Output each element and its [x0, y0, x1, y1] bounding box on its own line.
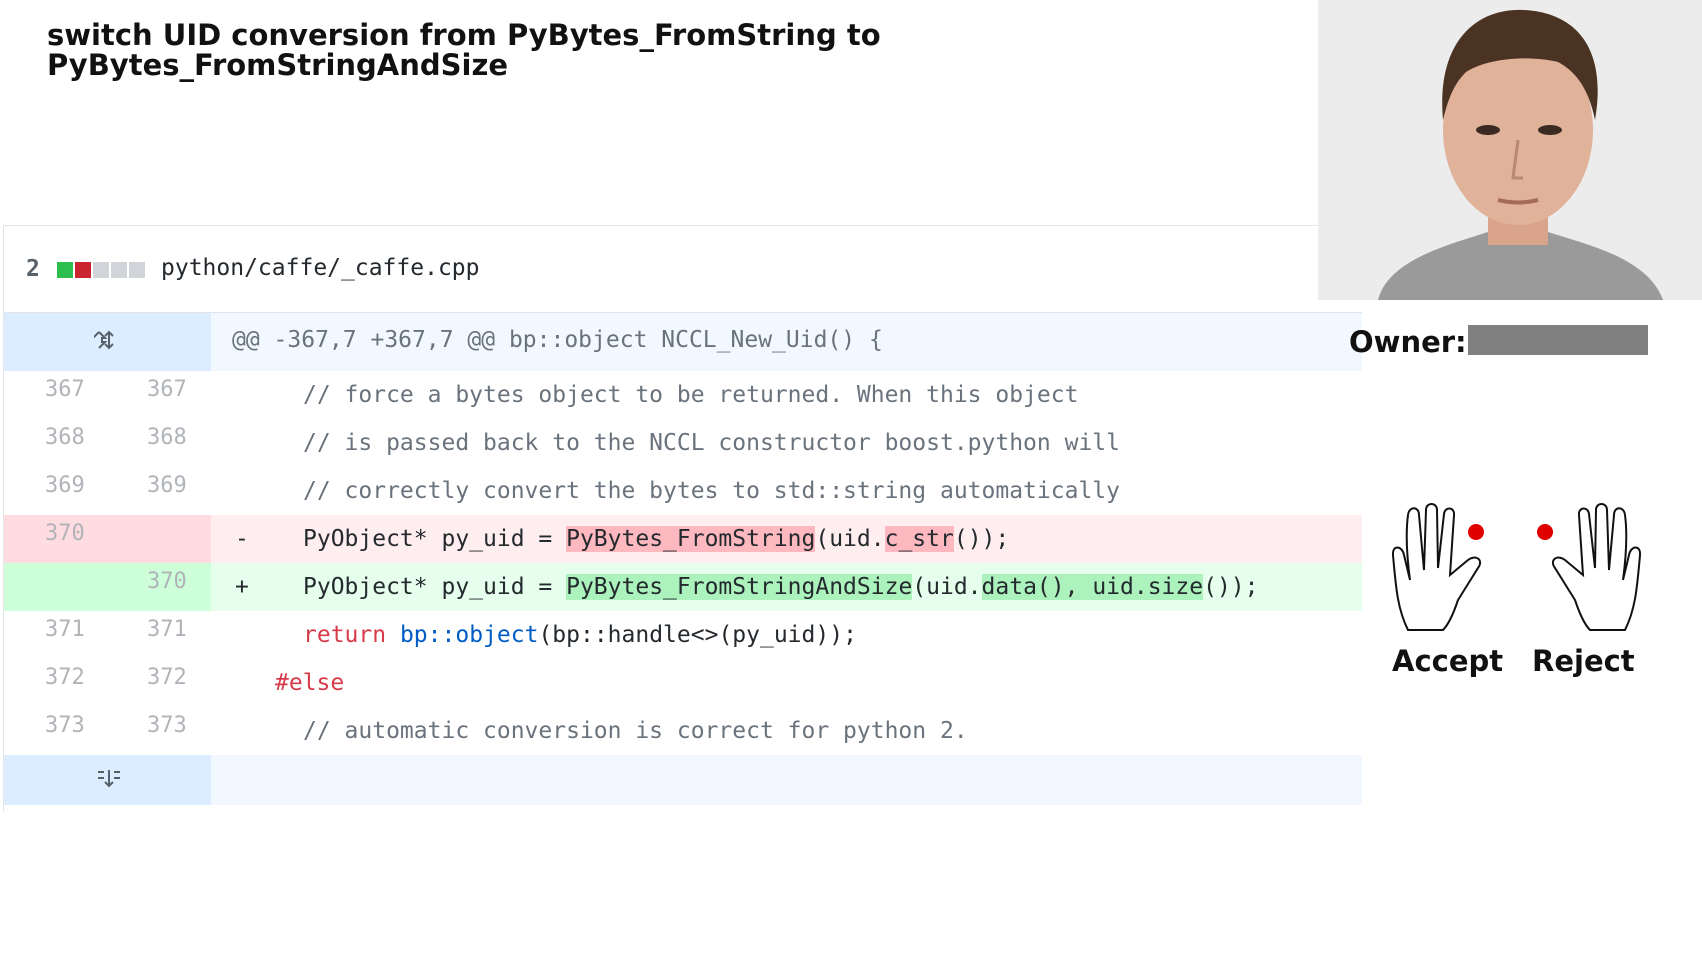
- hunk-header-row: @@ -367,7 +367,7 @@ bp::object NCCL_New_…: [4, 313, 1362, 371]
- expand-gutter[interactable]: [4, 313, 211, 371]
- code-segment: (bp::handle<>(py_uid));: [538, 622, 857, 648]
- expand-gutter[interactable]: [4, 755, 211, 805]
- code-line: #else: [275, 670, 345, 696]
- old-line-number[interactable]: 369: [45, 473, 85, 498]
- new-line-number[interactable]: 372: [147, 665, 187, 690]
- new-line-number[interactable]: 373: [147, 713, 187, 738]
- diffstat-neutral-block: [129, 262, 145, 278]
- code-line: // is passed back to the NCCL constructo…: [303, 430, 1120, 456]
- diff-line: 371 371 return bp::object(bp::handle<>(py…: [4, 611, 1362, 659]
- removed-highlight: c_str: [884, 526, 954, 552]
- diffstat-add-block: [57, 262, 73, 278]
- added-highlight: PyBytes_FromStringAndSize: [566, 574, 913, 600]
- code-segment: PyObject* py_uid =: [303, 526, 567, 552]
- diffstat-del-block: [75, 262, 91, 278]
- change-count: 2: [26, 256, 40, 282]
- removed-highlight: PyBytes_FromString: [566, 526, 816, 552]
- deleted-line: 370 - PyObject* py_uid = PyBytes_FromStr…: [4, 515, 1362, 563]
- accept-label[interactable]: Accept: [1392, 644, 1503, 678]
- title-line-2: PyBytes_FromStringAndSize: [47, 48, 509, 82]
- diff-view: 2 python/caffe/_caffe.cpp @@ -367,7 +367…: [3, 225, 1362, 812]
- code-segment: ());: [953, 526, 1010, 552]
- reject-hand-icon[interactable]: [1515, 500, 1645, 640]
- added-highlight: data(), uid.size: [981, 574, 1204, 600]
- file-header: 2 python/caffe/_caffe.cpp: [4, 226, 1362, 313]
- diff-line: 368 368 // is passed back to the NCCL con…: [4, 419, 1362, 467]
- code-segment: PyObject* py_uid =: [303, 574, 567, 600]
- accept-hand-icon[interactable]: [1388, 500, 1518, 640]
- diffstat-neutral-block: [111, 262, 127, 278]
- code-segment: ());: [1203, 574, 1259, 600]
- function-name: bp::object: [399, 622, 539, 648]
- added-line: 370 + PyObject* py_uid = PyBytes_FromStr…: [4, 563, 1362, 611]
- old-line-number[interactable]: 370: [45, 521, 85, 546]
- keyword: return: [303, 622, 387, 648]
- old-line-number[interactable]: 373: [45, 713, 85, 738]
- new-line-number[interactable]: 370: [147, 569, 187, 594]
- diff-line: 372 372 #else: [4, 659, 1362, 707]
- diff-line: 369 369 // correctly convert the bytes to…: [4, 467, 1362, 515]
- hunk-footer-row: [4, 755, 1362, 805]
- code-line: PyObject* py_uid = PyBytes_FromStringAnd…: [303, 574, 1259, 600]
- new-line-number[interactable]: 371: [147, 617, 187, 642]
- page-title: switch UID conversion from PyBytes_FromS…: [47, 20, 947, 80]
- old-line-number[interactable]: 368: [45, 425, 85, 450]
- hunk-header: @@ -367,7 +367,7 @@ bp::object NCCL_New_…: [232, 327, 883, 353]
- diffstat-blocks: [57, 262, 145, 278]
- owner-name-redacted: [1468, 325, 1648, 355]
- old-line-number[interactable]: 371: [45, 617, 85, 642]
- expand-down-icon[interactable]: [92, 766, 126, 794]
- code-line: // force a bytes object to be returned. …: [303, 382, 1079, 408]
- code-line: // automatic conversion is correct for p…: [303, 718, 968, 744]
- diffstat-neutral-block: [93, 262, 109, 278]
- title-line-1: switch UID conversion from PyBytes_FromS…: [47, 18, 881, 52]
- new-line-number[interactable]: 367: [147, 377, 187, 402]
- owner-photo: [1318, 0, 1702, 300]
- old-line-number[interactable]: 367: [45, 377, 85, 402]
- deletion-sign: -: [235, 526, 249, 552]
- code-segment: (uid.: [912, 574, 982, 600]
- file-path[interactable]: python/caffe/_caffe.cpp: [161, 255, 480, 281]
- code-line: return bp::object(bp::handle<>(py_uid));: [303, 622, 857, 648]
- code-line: // correctly convert the bytes to std::s…: [303, 478, 1120, 504]
- diff-line: 367 367 // force a bytes object to be ret…: [4, 371, 1362, 419]
- owner-label: Owner:: [1349, 325, 1467, 359]
- code-line: PyObject* py_uid = PyBytes_FromString(ui…: [303, 526, 1009, 552]
- reject-label[interactable]: Reject: [1532, 644, 1635, 678]
- new-line-number[interactable]: 369: [147, 473, 187, 498]
- old-line-number[interactable]: 372: [45, 665, 85, 690]
- code-segment: (uid.: [815, 526, 885, 552]
- new-line-number[interactable]: 368: [147, 425, 187, 450]
- addition-sign: +: [235, 574, 249, 600]
- diff-line: 373 373 // automatic conversion is correc…: [4, 707, 1362, 755]
- expand-up-down-icon[interactable]: [92, 328, 126, 356]
